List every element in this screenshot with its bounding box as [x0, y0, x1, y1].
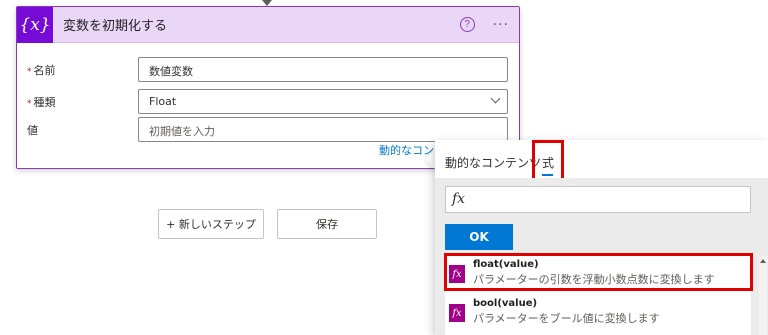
- required-mark: *: [27, 67, 32, 77]
- dynamic-content-flyout: 動的なコンテンツ 式 fx OK fx float(value) パラメーターの…: [435, 140, 768, 335]
- tab-dynamic-content[interactable]: 動的なコンテンツ: [445, 154, 541, 171]
- name-label: * 名前: [27, 64, 56, 77]
- name-input[interactable]: 数値変数: [138, 57, 508, 82]
- name-field-row: * 名前 数値変数: [17, 57, 519, 83]
- value-input[interactable]: 初期値を入力: [138, 117, 508, 142]
- help-icon[interactable]: ?: [459, 17, 475, 32]
- save-button[interactable]: 保存: [277, 209, 377, 239]
- expression-input[interactable]: fx: [445, 186, 751, 213]
- expression-tab-highlight: [532, 140, 564, 182]
- function-icon: fx: [449, 304, 465, 322]
- function-list-scrollbar[interactable]: [759, 256, 767, 335]
- scroll-up-icon[interactable]: [760, 259, 766, 263]
- function-name: bool(value): [473, 298, 538, 309]
- card-title: 変数を初期化する: [63, 19, 168, 34]
- type-select-value: Float: [149, 95, 177, 108]
- type-field-row: * 種類 Float: [17, 89, 519, 115]
- ok-button[interactable]: OK: [445, 224, 513, 250]
- required-mark: *: [27, 99, 32, 109]
- type-select[interactable]: Float: [138, 89, 508, 114]
- type-label: * 種類: [27, 96, 56, 109]
- chevron-down-icon: [490, 93, 501, 104]
- function-description: パラメーターをブール値に変換します: [473, 312, 660, 325]
- float-function-highlight: [444, 253, 753, 291]
- new-step-button[interactable]: + 新しいステップ: [158, 209, 264, 239]
- more-options-icon[interactable]: ···: [493, 17, 509, 33]
- variable-icon: {x}: [17, 6, 53, 43]
- card-header[interactable]: {x} 変数を初期化する ? ···: [17, 6, 519, 43]
- value-label: 値: [27, 124, 38, 137]
- function-item-bool[interactable]: fx bool(value) パラメーターをブール値に変換します: [445, 294, 751, 332]
